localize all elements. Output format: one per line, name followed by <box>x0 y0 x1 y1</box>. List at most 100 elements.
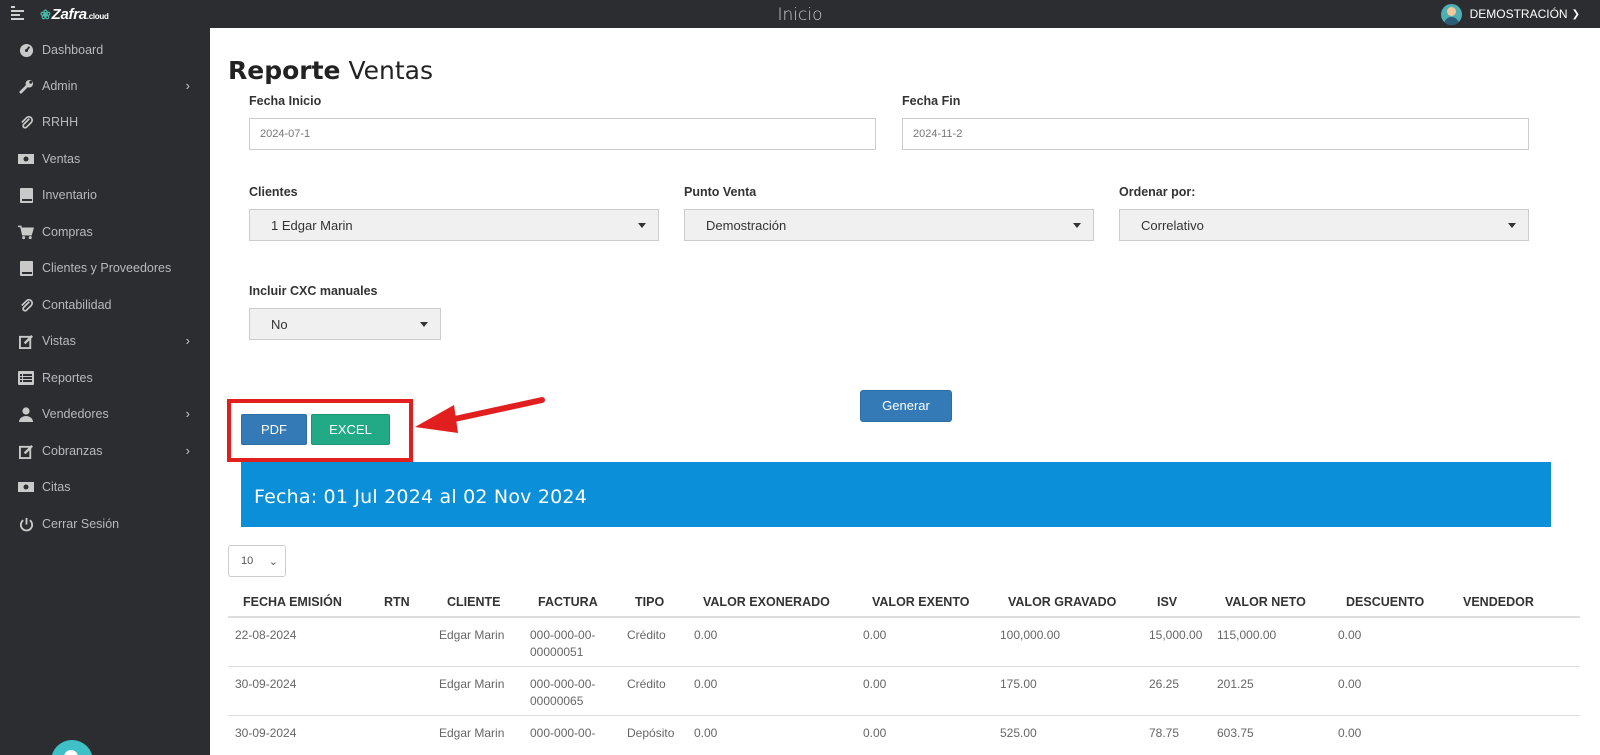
sidebar-item-inventario[interactable]: Inventario <box>0 180 210 210</box>
sidebar-item-citas[interactable]: Citas <box>0 472 210 502</box>
sidebar-item-reportes[interactable]: Reportes <box>0 363 210 393</box>
cxc-select-value: No <box>271 317 288 332</box>
sidebar-item-label: Inventario <box>42 188 97 202</box>
clientes-select-value: 1 Edgar Marin <box>271 218 353 233</box>
sidebar-item-dashboard[interactable]: Dashboard <box>0 35 210 65</box>
column-header[interactable]: VENDEDOR <box>1463 595 1534 609</box>
date-range-text: Fecha: 01 Jul 2024 al 02 Nov 2024 <box>254 486 587 508</box>
page-size-value: 10 <box>241 555 254 567</box>
fecha-inicio-label: Fecha Inicio <box>249 94 322 108</box>
sidebar-item-compras[interactable]: Compras <box>0 217 210 247</box>
book-icon <box>18 260 34 276</box>
cell-factura-line2: 00000065 <box>530 694 584 708</box>
column-header[interactable]: VALOR GRAVADO <box>1008 595 1116 609</box>
cell-factura-line1: 000-000-00- <box>530 628 596 642</box>
sidebar-item-rrhh[interactable]: RRHH <box>0 107 210 137</box>
date-range-banner: Fecha: 01 Jul 2024 al 02 Nov 2024 <box>241 462 1551 527</box>
chevron-right-icon: › <box>185 333 190 348</box>
sidebar-item-ventas[interactable]: Ventas <box>0 144 210 174</box>
cell-descuento: 0.00 <box>1338 726 1362 740</box>
fecha-inicio-input[interactable]: 2024-07-1 <box>249 118 876 150</box>
user-name: DEMOSTRACIÓN <box>1469 7 1568 21</box>
user-icon <box>18 406 34 422</box>
sidebar-item-label: Vendedores <box>42 407 109 421</box>
cell-gravado: 525.00 <box>1000 726 1037 740</box>
cell-gravado: 100,000.00 <box>1000 628 1061 642</box>
cell-isv: 15,000.00 <box>1149 628 1203 642</box>
fecha-fin-label: Fecha Fin <box>902 94 961 108</box>
cell-descuento: 0.00 <box>1338 628 1362 642</box>
cell-exonerado: 0.00 <box>694 628 718 642</box>
paperclip-icon <box>18 114 34 130</box>
column-header[interactable]: VALOR EXONERADO <box>703 595 830 609</box>
column-header[interactable]: VALOR EXENTO <box>872 595 969 609</box>
avatar <box>1440 3 1462 25</box>
top-bar: ❀Zafra.cloud Inicio DEMOSTRACIÓN ❯ <box>0 0 1600 28</box>
money-icon <box>18 151 34 167</box>
cell-factura: 000-000-00- 00000051 <box>530 627 595 661</box>
sidebar: Dashboard Admin › RRHH Ventas Inventario… <box>0 28 210 755</box>
sales-table: FECHA EMISIÓN RTN CLIENTE FACTURA TIPO V… <box>228 588 1580 755</box>
caret-down-icon <box>1073 223 1081 228</box>
column-header[interactable]: TIPO <box>635 595 664 609</box>
sidebar-item-vendedores[interactable]: Vendedores › <box>0 399 210 429</box>
column-header[interactable]: VALOR NETO <box>1225 595 1306 609</box>
punto-venta-select[interactable]: Demostración <box>684 209 1094 241</box>
chevron-right-icon: › <box>185 406 190 421</box>
sidebar-item-cobranzas[interactable]: Cobranzas › <box>0 436 210 466</box>
generar-button[interactable]: Generar <box>860 390 952 422</box>
cell-descuento: 0.00 <box>1338 677 1362 691</box>
chevron-down-icon: ❯ <box>1571 8 1580 20</box>
cxc-label: Incluir CXC manuales <box>249 284 378 298</box>
caret-down-icon <box>1508 223 1516 228</box>
table-row: 30-09-2024 Edgar Marin 000-000-00- 000000… <box>228 667 1580 716</box>
sidebar-item-label: Compras <box>42 225 93 239</box>
cell-exonerado: 0.00 <box>694 726 718 740</box>
cell-exento: 0.00 <box>863 726 887 740</box>
cell-fecha: 22-08-2024 <box>235 628 297 642</box>
cell-factura: 000-000-00- <box>530 725 595 742</box>
sidebar-item-clientes-proveedores[interactable]: Clientes y Proveedores <box>0 253 210 283</box>
cell-exento: 0.00 <box>863 628 887 642</box>
cell-factura: 000-000-00- 00000065 <box>530 676 595 710</box>
column-header[interactable]: FECHA EMISIÓN <box>243 595 342 609</box>
ordenar-select-value: Correlativo <box>1141 218 1204 233</box>
clientes-select[interactable]: 1 Edgar Marin <box>249 209 659 241</box>
cell-factura-line1: 000-000-00- <box>530 677 596 691</box>
sidebar-item-contabilidad[interactable]: Contabilidad <box>0 290 210 320</box>
column-header[interactable]: ISV <box>1157 595 1177 609</box>
fecha-fin-input[interactable]: 2024-11-2 <box>902 118 1529 150</box>
sidebar-item-admin[interactable]: Admin › <box>0 71 210 101</box>
page-size-select[interactable]: 10 ⌄ <box>228 545 286 577</box>
cell-neto: 603.75 <box>1217 726 1254 740</box>
column-header[interactable]: FACTURA <box>538 595 598 609</box>
sidebar-item-cerrar-sesion[interactable]: Cerrar Sesión <box>0 509 210 539</box>
sidebar-item-label: Ventas <box>42 152 81 166</box>
sidebar-item-vistas[interactable]: Vistas › <box>0 326 210 356</box>
wrench-icon <box>18 78 34 94</box>
page-title-bold: Reporte <box>228 56 341 85</box>
user-menu[interactable]: DEMOSTRACIÓN ❯ <box>1440 3 1580 25</box>
caret-down-icon <box>638 223 646 228</box>
column-header[interactable]: CLIENTE <box>447 595 500 609</box>
cell-exento: 0.00 <box>863 677 887 691</box>
sidebar-item-label: Reportes <box>42 371 93 385</box>
location-pin-icon[interactable] <box>51 740 93 755</box>
power-icon <box>18 516 34 532</box>
page-title: Reporte Ventas <box>228 56 433 85</box>
punto-venta-label: Punto Venta <box>684 185 757 199</box>
column-header[interactable]: RTN <box>384 595 410 609</box>
book-icon <box>18 187 34 203</box>
column-header[interactable]: DESCUENTO <box>1346 595 1424 609</box>
pdf-button[interactable]: PDF <box>241 414 307 445</box>
main-content: Reporte Ventas Fecha Inicio 2024-07-1 Fe… <box>210 28 1600 755</box>
ordenar-select[interactable]: Correlativo <box>1119 209 1529 241</box>
sidebar-item-label: Vistas <box>42 334 76 348</box>
annotation-arrow-icon <box>415 397 545 433</box>
cell-tipo: Crédito <box>627 677 666 691</box>
cell-exonerado: 0.00 <box>694 677 718 691</box>
sidebar-item-label: Citas <box>42 480 71 494</box>
excel-button[interactable]: EXCEL <box>311 414 390 445</box>
cxc-select[interactable]: No <box>249 308 441 340</box>
cell-cliente: Edgar Marin <box>439 677 505 691</box>
